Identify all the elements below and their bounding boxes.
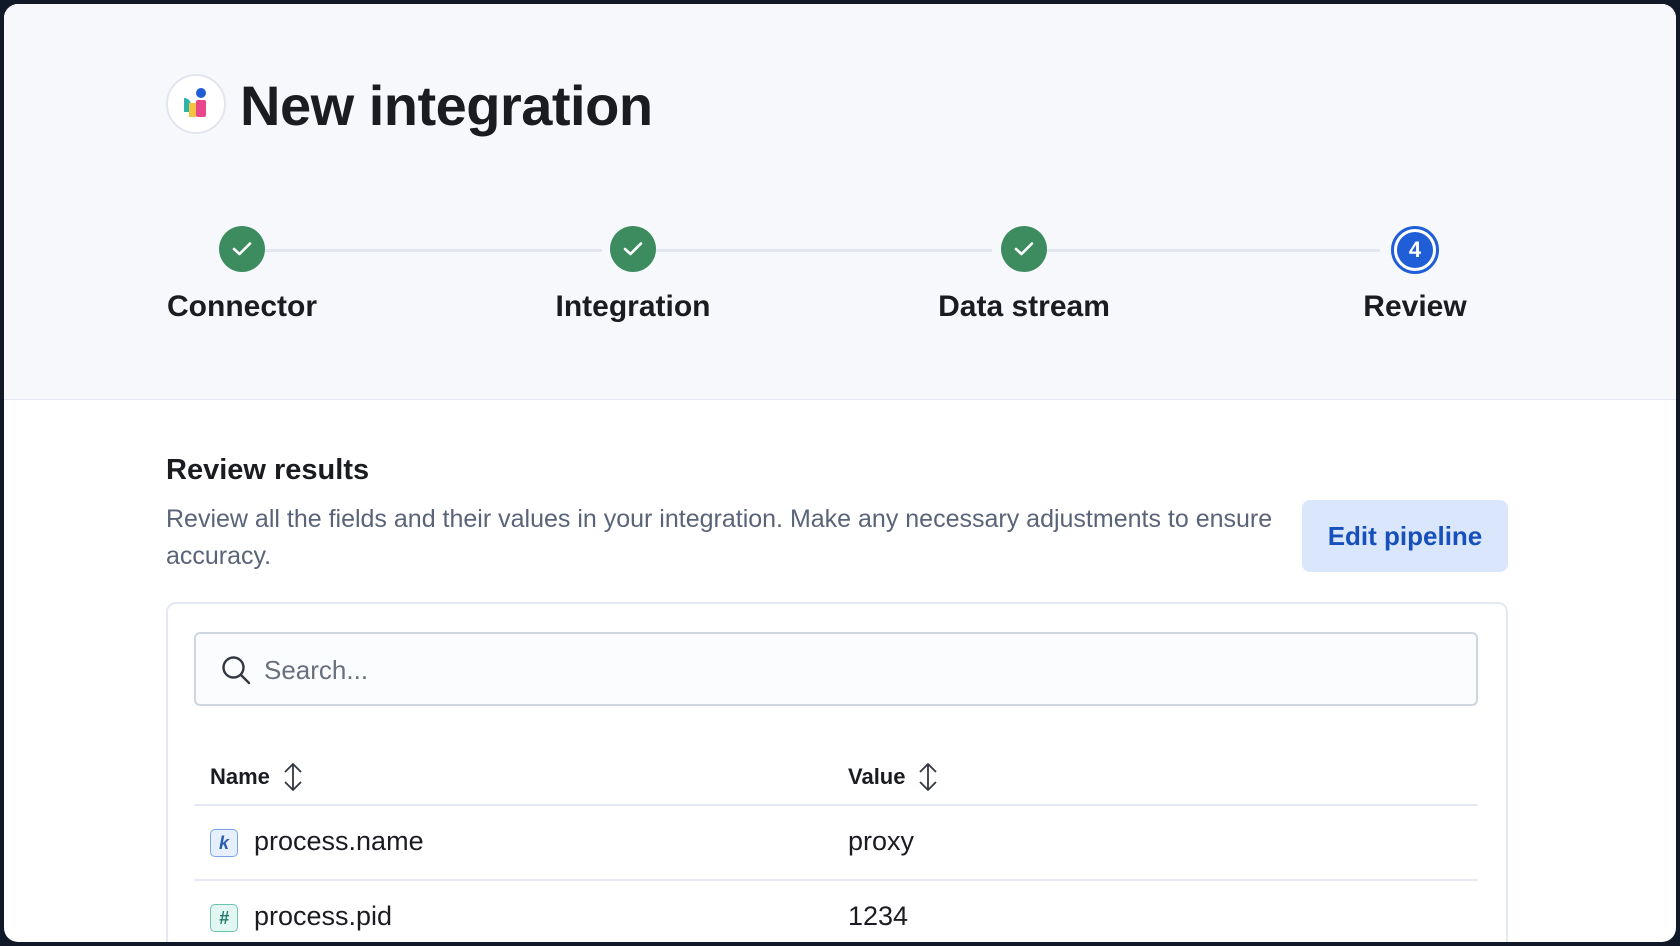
integration-logo-icon	[166, 74, 226, 134]
app-window: New integration Connector Integration Da…	[4, 4, 1676, 942]
edit-pipeline-button[interactable]: Edit pipeline	[1302, 500, 1508, 572]
sort-icon	[919, 763, 938, 791]
step-review-number: 4	[1397, 232, 1433, 268]
table-row-value: 1234	[848, 901, 909, 931]
review-results-description: Review all the fields and their values i…	[166, 505, 1273, 570]
step-label-integration[interactable]: Integration	[556, 290, 711, 324]
search-input[interactable]	[264, 648, 1454, 692]
step-integration-check-icon[interactable]	[610, 226, 656, 272]
number-icon: #	[210, 904, 238, 932]
review-results-title: Review results	[166, 454, 370, 486]
column-header-name[interactable]: Name	[210, 762, 304, 792]
table-row-name: process.name	[254, 826, 424, 856]
table-header-divider	[194, 804, 1478, 806]
step-review-current[interactable]: 4	[1391, 226, 1439, 274]
step-connector-line	[1038, 249, 1380, 252]
step-connector-line	[648, 249, 992, 252]
table-row-value: proxy	[848, 826, 915, 856]
page-title: New integration	[240, 74, 653, 137]
table-row-divider	[194, 879, 1478, 881]
column-header-value-label: Value	[848, 764, 906, 789]
column-header-name-label: Name	[210, 764, 270, 789]
table-row-name: process.pid	[254, 901, 393, 931]
column-header-value[interactable]: Value	[848, 762, 939, 792]
step-label-connector[interactable]: Connector	[167, 290, 317, 324]
step-label-review[interactable]: Review	[1363, 290, 1466, 324]
step-data-stream-check-icon[interactable]	[1001, 226, 1047, 272]
step-label-data-stream[interactable]: Data stream	[938, 290, 1110, 324]
step-connector-line	[262, 249, 602, 252]
search-box[interactable]	[194, 632, 1478, 706]
sort-icon	[284, 763, 302, 791]
page-header: New integration Connector Integration Da…	[4, 4, 1676, 400]
search-icon	[222, 656, 251, 685]
step-connector-check-icon[interactable]	[219, 226, 265, 272]
keyword-icon: k	[210, 829, 238, 857]
